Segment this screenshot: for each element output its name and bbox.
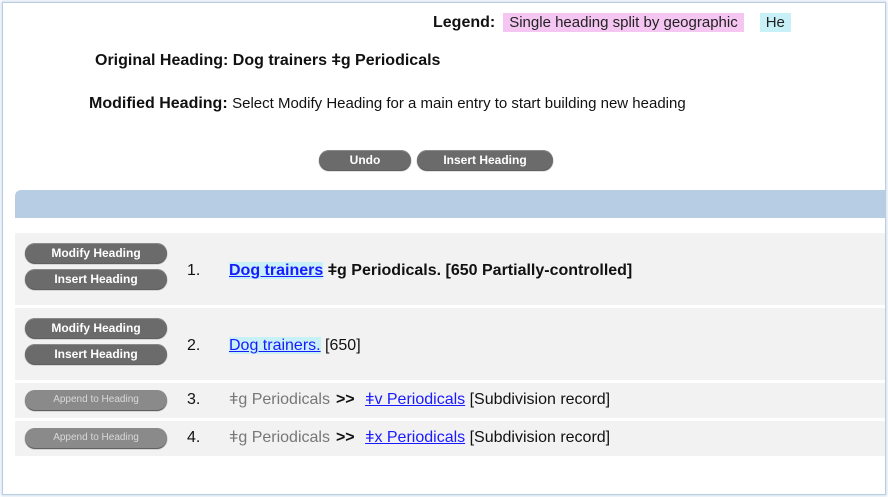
legend-label: Legend:	[433, 13, 496, 31]
modified-heading: Modified Heading: Select Modify Heading …	[89, 95, 686, 113]
row-heading: ǂg Periodicals >> ǂx Periodicals [Subdivi…	[229, 429, 610, 447]
heading-results-list: Modify Heading Insert Heading 1. Dog tra…	[15, 233, 885, 459]
append-arrows: >>	[335, 391, 355, 408]
modified-heading-label: Modified Heading:	[89, 95, 228, 112]
heading-rest: ǂg Periodicals. [650 Partially-controlle…	[327, 262, 633, 279]
results-header-bar	[15, 190, 885, 218]
modified-heading-value: Select Modify Heading for a main entry t…	[232, 95, 686, 112]
modify-heading-button[interactable]: Modify Heading	[25, 318, 167, 338]
modify-heading-button[interactable]: Modify Heading	[25, 243, 167, 263]
result-row: Modify Heading Insert Heading 2. Dog tra…	[15, 308, 885, 383]
legend-item-heading: He	[759, 13, 791, 32]
heading-builder-panel: Legend: Single heading split by geograph…	[2, 2, 886, 495]
legend-item-geographic-split: Single heading split by geographic	[503, 13, 744, 32]
result-row: Modify Heading Insert Heading 1. Dog tra…	[15, 233, 885, 308]
original-heading-label: Original Heading:	[95, 52, 229, 69]
heading-link[interactable]: Dog trainers.	[229, 337, 321, 354]
result-row: Append to Heading 3. ǂg Periodicals >> ǂv…	[15, 383, 885, 421]
insert-heading-button[interactable]: Insert Heading	[25, 269, 167, 289]
subdivision-link[interactable]: ǂx Periodicals	[365, 429, 465, 446]
append-to-heading-button[interactable]: Append to Heading	[25, 428, 167, 448]
original-heading: Original Heading: Dog trainers ǂg Period…	[95, 52, 440, 70]
row-number: 3.	[187, 391, 201, 408]
original-heading-value: Dog trainers ǂg Periodicals	[232, 52, 441, 69]
heading-rest: [650]	[325, 337, 361, 354]
row-number: 1.	[187, 262, 201, 279]
append-arrows: >>	[335, 429, 355, 446]
heading-link[interactable]: Dog trainers	[229, 262, 324, 279]
row-number: 4.	[187, 429, 201, 446]
heading-prefix: ǂg Periodicals	[229, 429, 330, 446]
toolbar: Undo Insert Heading	[319, 150, 553, 170]
undo-button[interactable]: Undo	[319, 150, 411, 170]
row-heading: ǂg Periodicals >> ǂv Periodicals [Subdivi…	[229, 391, 610, 409]
insert-heading-button[interactable]: Insert Heading	[417, 150, 553, 170]
row-number: 2.	[187, 337, 201, 354]
row-heading: Dog trainers. [650]	[229, 337, 361, 355]
append-to-heading-button[interactable]: Append to Heading	[25, 390, 167, 410]
heading-rest: [Subdivision record]	[469, 429, 611, 446]
heading-rest: [Subdivision record]	[469, 391, 611, 408]
legend: Legend: Single heading split by geograph…	[433, 13, 791, 32]
row-heading: Dog trainers ǂg Periodicals. [650 Partia…	[229, 262, 632, 280]
insert-heading-button[interactable]: Insert Heading	[25, 344, 167, 364]
heading-prefix: ǂg Periodicals	[229, 391, 330, 408]
subdivision-link[interactable]: ǂv Periodicals	[365, 391, 465, 408]
result-row: Append to Heading 4. ǂg Periodicals >> ǂx…	[15, 421, 885, 459]
